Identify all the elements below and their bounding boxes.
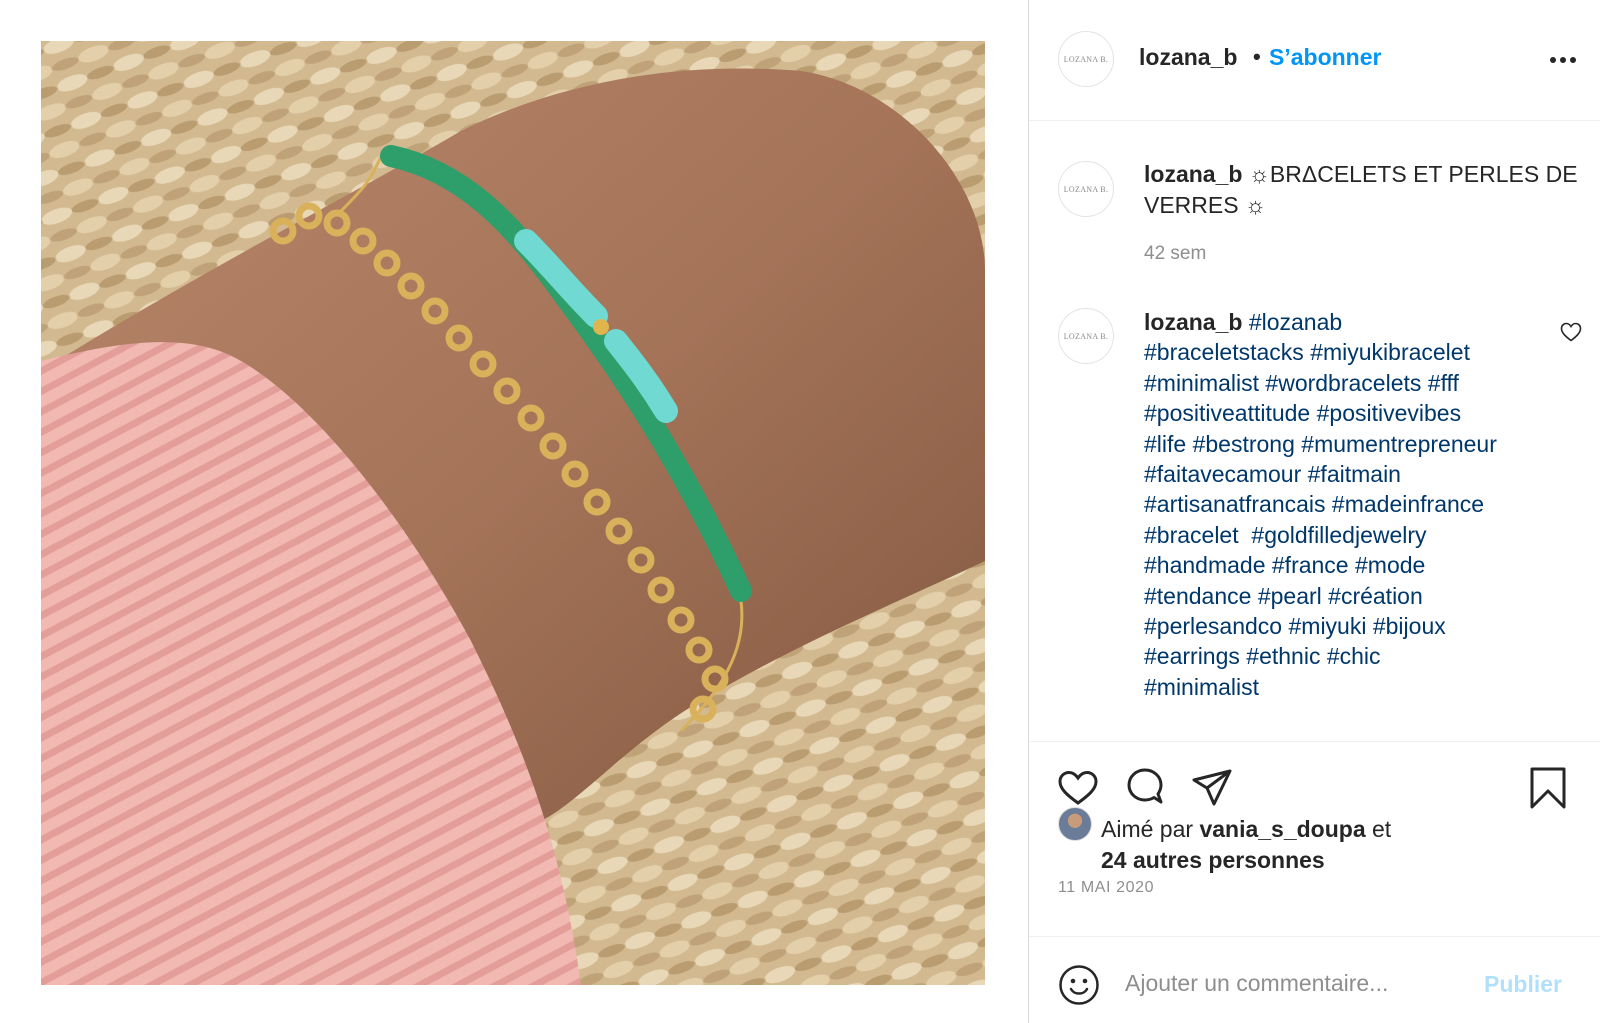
hashtag-line[interactable]: #tendance #pearl #création <box>1144 583 1423 609</box>
save-bookmark-icon[interactable] <box>1526 766 1570 810</box>
comments-list: LOZANA B. lozana_b ☼BRΔCELETS ET PERLES … <box>1029 121 1600 741</box>
hashtag-line[interactable]: #lozanab <box>1249 309 1342 335</box>
hashtag-line[interactable]: #minimalist <box>1144 674 1259 700</box>
hashtag-line[interactable]: #handmade #france #mode <box>1144 552 1425 578</box>
comment-like-heart-icon[interactable] <box>1559 320 1583 344</box>
more-options-icon[interactable] <box>1545 42 1581 78</box>
caption-username[interactable]: lozana_b <box>1144 161 1242 187</box>
caption-avatar[interactable]: LOZANA B. <box>1058 161 1114 217</box>
likes-others-count[interactable]: 24 autres personnes <box>1101 847 1325 873</box>
caption-time[interactable]: 42 sem <box>1144 243 1206 265</box>
comment-bubble-icon[interactable] <box>1123 766 1167 810</box>
comment-text: lozana_b #lozanab #braceletstacks #miyuk… <box>1144 307 1564 702</box>
liker-username[interactable]: vania_s_doupa <box>1199 816 1365 842</box>
share-paper-plane-icon[interactable] <box>1190 766 1234 810</box>
hashtag-line[interactable]: #braceletstacks #miyukibracelet <box>1144 339 1470 365</box>
like-heart-icon[interactable] <box>1056 766 1100 810</box>
hashtag-line[interactable]: #faitavecamour #faitmain <box>1144 461 1401 487</box>
caption-text: lozana_b ☼BRΔCELETS ET PERLES DE VERRES … <box>1144 159 1584 221</box>
likes-conjunction: et <box>1372 816 1392 842</box>
post-sidebar: LOZANA B. lozana_b • S’abonner LOZANA B.… <box>1028 0 1600 1023</box>
comment-avatar[interactable]: LOZANA B. <box>1058 308 1114 364</box>
post-photo[interactable] <box>41 41 985 985</box>
liker-avatar[interactable] <box>1058 807 1092 841</box>
avatar-logo-text: LOZANA B. <box>1063 184 1109 194</box>
publish-button[interactable]: Publier <box>1484 971 1562 998</box>
hashtag-line[interactable]: #earrings #ethnic #chic <box>1144 643 1381 669</box>
comment-username[interactable]: lozana_b <box>1144 309 1242 335</box>
author-avatar[interactable]: LOZANA B. <box>1058 31 1114 87</box>
hashtag-line[interactable]: #artisanatfrancais #madeinfrance <box>1144 491 1484 517</box>
avatar-logo-text: LOZANA B. <box>1063 54 1109 64</box>
hashtag-line[interactable]: #bracelet #goldfilledjewelry <box>1144 522 1427 548</box>
avatar-logo-text: LOZANA B. <box>1063 331 1109 341</box>
hashtag-line[interactable]: #life #bestrong #mumentrepreneur <box>1144 431 1497 457</box>
post-header: LOZANA B. lozana_b • S’abonner <box>1029 0 1600 121</box>
post-actions: Aimé par vania_s_doupa et 24 autres pers… <box>1029 741 1600 936</box>
bracelet-photo-illustration <box>41 41 985 985</box>
hashtag-line[interactable]: #perlesandco #miyuki #bijoux <box>1144 613 1446 639</box>
add-comment-bar: Publier <box>1029 936 1600 1023</box>
follow-button[interactable]: S’abonner <box>1269 44 1381 71</box>
post-date[interactable]: 11 MAI 2020 <box>1058 879 1154 897</box>
hashtag-line[interactable]: #minimalist #wordbracelets #fff <box>1144 370 1459 396</box>
emoji-smiley-icon[interactable] <box>1058 964 1100 1006</box>
separator-dot: • <box>1253 44 1261 69</box>
likes-summary: Aimé par vania_s_doupa et 24 autres pers… <box>1101 814 1581 876</box>
likes-prefix: Aimé par <box>1101 816 1194 842</box>
hashtag-line[interactable]: #positiveattitude #positivevibes <box>1144 400 1461 426</box>
comment-input[interactable] <box>1125 961 1465 1005</box>
author-username[interactable]: lozana_b <box>1139 44 1237 71</box>
